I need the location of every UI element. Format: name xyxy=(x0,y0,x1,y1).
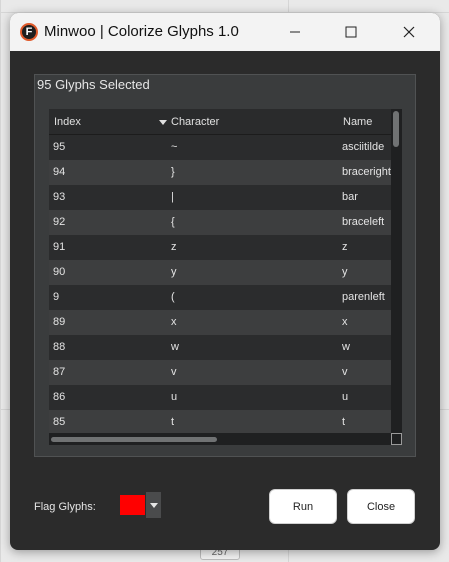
column-header-character-label: Character xyxy=(171,116,220,128)
column-header-character[interactable]: Character xyxy=(159,116,219,128)
cell-name: u xyxy=(342,391,349,403)
cell-name: w xyxy=(342,341,350,353)
cell-index: 87 xyxy=(53,366,66,378)
cell-index: 91 xyxy=(53,241,66,253)
table-row[interactable]: 94} braceright xyxy=(49,160,391,185)
close-button[interactable]: Close xyxy=(347,489,415,524)
cell-name: v xyxy=(342,366,348,378)
maximize-button[interactable] xyxy=(322,13,380,51)
chevron-down-icon xyxy=(149,502,158,508)
table-row[interactable]: 93 | bar xyxy=(49,185,391,210)
cell-name: x xyxy=(342,316,348,328)
run-button[interactable]: Run xyxy=(269,489,337,524)
horizontal-scrollbar[interactable] xyxy=(49,433,391,445)
cell-index: 9 xyxy=(53,291,60,303)
cell-name: braceright xyxy=(342,166,391,178)
cell-character: ~ xyxy=(171,141,178,153)
app-logo-icon: F xyxy=(20,23,38,41)
vertical-scroll-thumb[interactable] xyxy=(393,111,399,147)
sort-descending-icon xyxy=(159,119,167,125)
column-header-index[interactable]: Index xyxy=(54,116,81,128)
table-body: 95 ~ asciitilde 94} braceright 93 | bar 92 { br… xyxy=(49,135,391,433)
minimize-button[interactable] xyxy=(266,13,324,51)
cell-name: t xyxy=(342,416,346,428)
close-icon xyxy=(403,26,415,38)
cell-index: 94 xyxy=(53,166,66,178)
cell-index: 95 xyxy=(53,141,66,153)
cell-name: y xyxy=(342,266,348,278)
title-bar[interactable]: F Minwoo | Colorize Glyphs 1.0 xyxy=(10,13,440,51)
cell-character: { xyxy=(171,216,175,228)
cell-index: 92 xyxy=(53,216,66,228)
table-row[interactable]: 88 w w xyxy=(49,335,391,360)
table-row[interactable]: 89 x x xyxy=(49,310,391,335)
background-grid-line xyxy=(0,0,1,562)
table-row[interactable]: 91 z z xyxy=(49,235,391,260)
resize-grip[interactable] xyxy=(391,433,402,445)
flag-glyphs-label: Flag Glyphs: xyxy=(34,501,96,513)
cell-character: | xyxy=(171,191,174,203)
cell-index: 89 xyxy=(53,316,66,328)
cell-index: 90 xyxy=(53,266,66,278)
cell-character: x xyxy=(171,316,177,328)
cell-character: } xyxy=(171,166,175,178)
cell-index: 86 xyxy=(53,391,66,403)
vertical-scrollbar[interactable] xyxy=(391,109,402,433)
cell-index: 88 xyxy=(53,341,66,353)
flag-color-swatch[interactable] xyxy=(120,495,145,515)
cell-name: parenleft xyxy=(342,291,385,303)
cell-character: u xyxy=(171,391,178,403)
table-row[interactable]: 90 y y xyxy=(49,260,391,285)
panel-title: 95 Glyphs Selected xyxy=(37,77,150,92)
flag-color-picker[interactable] xyxy=(112,492,162,518)
table-header: Index Character Name xyxy=(49,109,391,135)
app-window: F Minwoo | Colorize Glyphs 1.0 95 Glyphs… xyxy=(10,13,440,550)
cell-character: y xyxy=(171,266,177,278)
cell-index: 85 xyxy=(53,416,66,428)
horizontal-scroll-thumb[interactable] xyxy=(51,437,217,442)
cell-character: ( xyxy=(171,291,175,303)
maximize-icon xyxy=(345,26,357,38)
cell-name: braceleft xyxy=(342,216,385,228)
table-row[interactable]: 92 { braceleft xyxy=(49,210,391,235)
minimize-icon xyxy=(290,31,300,33)
color-dropdown-button[interactable] xyxy=(146,492,161,518)
glyph-table: Index Character Name 95 ~ asciitilde 94} br… xyxy=(49,109,402,445)
cell-character: w xyxy=(171,341,179,353)
cell-character: z xyxy=(171,241,177,253)
table-row[interactable]: 95 ~ asciitilde xyxy=(49,135,391,160)
cell-character: t xyxy=(171,416,175,428)
table-row[interactable]: 85 t t xyxy=(49,410,391,433)
cell-name: z xyxy=(342,241,348,253)
table-row[interactable]: 9 ( parenleft xyxy=(49,285,391,310)
glyphs-panel: 95 Glyphs Selected Index Character Name … xyxy=(34,74,416,457)
window-title: Minwoo | Colorize Glyphs 1.0 xyxy=(44,23,239,40)
cell-name: asciitilde xyxy=(342,141,385,153)
cell-character: v xyxy=(171,366,177,378)
cell-name: bar xyxy=(342,191,358,203)
window-close-button[interactable] xyxy=(380,13,438,51)
column-header-name[interactable]: Name xyxy=(343,116,372,128)
table-row[interactable]: 87 v v xyxy=(49,360,391,385)
table-row[interactable]: 86 u u xyxy=(49,385,391,410)
cell-index: 93 xyxy=(53,191,66,203)
